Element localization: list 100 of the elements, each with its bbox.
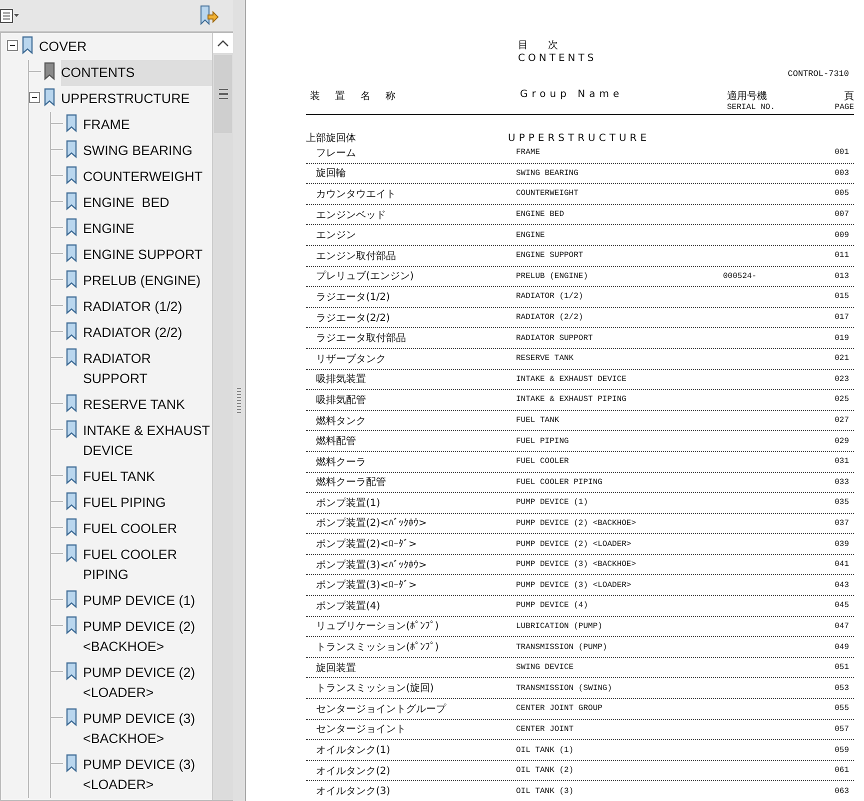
page-number: 001 xyxy=(834,148,850,158)
group-name: ENGINE BED xyxy=(516,210,566,220)
bookmark-item[interactable]: FRAME xyxy=(83,112,212,138)
part-name: カウンタウエイト xyxy=(315,188,397,201)
page-number: 031 xyxy=(834,457,850,466)
part-name: ポンプ装置(2)<ﾊﾞｯｸﾎｳ> xyxy=(315,516,428,530)
column-header: 適用号機 xyxy=(727,90,768,103)
group-name: ENGINE SUPPORT xyxy=(516,251,584,260)
column-header: Group Name xyxy=(520,89,624,100)
bookmark-item[interactable]: FUEL COOLER xyxy=(83,516,212,542)
part-name: 燃料配管 xyxy=(315,434,357,448)
bookmark-item[interactable]: RADIATOR SUPPORT xyxy=(83,346,212,392)
bookmark-item[interactable]: CONTENTS xyxy=(61,60,212,86)
part-name: リュブリケーション(ﾎﾟﾝﾌﾟ) xyxy=(315,620,440,634)
part-name: エンジン取付部品 xyxy=(315,250,397,263)
group-name: OIL TANK (3) xyxy=(516,786,575,796)
bookmark-item[interactable]: ENGINE xyxy=(83,216,212,242)
options-menu-button[interactable] xyxy=(0,8,20,22)
page-number: 047 xyxy=(834,622,850,631)
control-number: CONTROL-7310 xyxy=(788,69,849,79)
page-number: 051 xyxy=(834,663,850,672)
page-number: 027 xyxy=(834,416,850,426)
bookmark-item[interactable]: RADIATOR (2/2) xyxy=(83,320,212,346)
group-name: TRANSMISSION (SWING) xyxy=(516,684,614,693)
part-name: トランスミッション(旋回) xyxy=(315,682,435,696)
group-name: ENGINE xyxy=(516,230,546,240)
part-name: 燃料タンク xyxy=(315,414,367,428)
bookmark-item[interactable]: UPPERSTRUCTURE xyxy=(61,86,212,112)
bookmark-item[interactable]: FUEL PIPING xyxy=(83,490,212,516)
page-number: 015 xyxy=(834,292,850,302)
bookmark-item[interactable]: COUNTERWEIGHT xyxy=(83,164,212,190)
bookmark-arrow-icon[interactable] xyxy=(199,4,219,26)
scroll-up-button[interactable] xyxy=(213,33,233,53)
part-name: 吸排気配管 xyxy=(315,394,367,407)
group-name: FUEL COOLER PIPING xyxy=(516,478,604,487)
bookmark-item[interactable]: SWING BEARING xyxy=(83,138,212,164)
group-name: CENTER JOINT GROUP xyxy=(516,704,604,714)
bookmark-item[interactable]: COVER xyxy=(39,34,212,60)
document-title: CONTENTS xyxy=(518,53,597,64)
group-name: FRAME xyxy=(516,148,542,158)
group-name: LUBRICATION (PUMP) xyxy=(516,622,604,631)
column-header: 装 置 名 称 xyxy=(309,90,403,103)
group-name: PRELUB (ENGINE) xyxy=(516,272,590,281)
bookmark-item[interactable]: FUEL TANK xyxy=(83,464,212,490)
scrollbar[interactable] xyxy=(212,33,233,800)
bookmark-item[interactable]: PUMP DEVICE (2) <BACKHOE> xyxy=(83,614,212,660)
bookmark-item[interactable]: PUMP DEVICE (3) <LOADER> xyxy=(83,752,212,798)
section-heading: 上部旋回体 xyxy=(306,132,357,145)
page-number: 033 xyxy=(834,478,850,487)
column-header: 頁 xyxy=(844,90,854,103)
page-number: 019 xyxy=(834,334,850,343)
page-number: 005 xyxy=(834,189,850,198)
page-number: 049 xyxy=(834,642,850,652)
part-name: センタージョイントグループ xyxy=(315,702,448,716)
column-header: PAGE xyxy=(834,103,854,112)
page-number: 061 xyxy=(834,766,850,776)
bookmark-item[interactable]: PUMP DEVICE (3) <BACKHOE> xyxy=(83,706,212,752)
page-number: 041 xyxy=(834,560,850,570)
part-name: リザーブタンク xyxy=(315,352,387,366)
page-number: 025 xyxy=(834,395,850,404)
group-name: OIL TANK (2) xyxy=(516,766,575,776)
group-name: PUMP DEVICE (3) <BACKHOE> xyxy=(516,560,638,570)
collapse-toggle[interactable] xyxy=(29,92,40,103)
group-name: CENTER JOINT xyxy=(516,724,575,734)
collapse-toggle[interactable] xyxy=(7,40,18,51)
part-name: センタージョイント xyxy=(315,723,407,736)
chevron-up-icon xyxy=(217,39,229,47)
part-name: オイルタンク(3) xyxy=(315,785,392,798)
serial-number: 000524- xyxy=(723,272,757,281)
bookmark-item[interactable]: PUMP DEVICE (1) xyxy=(83,588,212,614)
bookmark-item[interactable]: RADIATOR (1/2) xyxy=(83,294,212,320)
page-number: 013 xyxy=(834,272,850,281)
page-number: 063 xyxy=(834,786,850,796)
bookmark-item[interactable]: PUMP DEVICE (2) <LOADER> xyxy=(83,660,212,706)
part-name: プレリュブ(エンジン) xyxy=(315,270,415,284)
bookmark-item[interactable]: ENGINE SUPPORT xyxy=(83,242,212,268)
part-name: エンジンベッド xyxy=(315,208,387,222)
page-number: 055 xyxy=(834,704,850,714)
part-name: ポンプ装置(1) xyxy=(315,496,382,510)
part-name: ポンプ装置(2)<ﾛｰﾀﾞ> xyxy=(315,538,418,552)
part-name: エンジン xyxy=(315,229,357,242)
part-name: オイルタンク(1) xyxy=(315,744,392,758)
page-number: 053 xyxy=(834,684,850,693)
group-name: FUEL PIPING xyxy=(516,436,570,446)
part-name: ポンプ装置(3)<ﾛｰﾀﾞ> xyxy=(315,578,418,592)
bookmark-item[interactable]: INTAKE & EXHAUST DEVICE xyxy=(83,418,212,464)
bookmark-item[interactable]: PRELUB (ENGINE) xyxy=(83,268,212,294)
page-number: 037 xyxy=(834,518,850,528)
page-number: 035 xyxy=(834,498,850,508)
bookmark-item[interactable]: ENGINE BED xyxy=(83,190,212,216)
bookmark-item[interactable]: FUEL COOLER PIPING xyxy=(83,542,212,588)
section-heading: UPPERSTRUCTURE xyxy=(508,132,652,144)
page-number: 043 xyxy=(834,580,850,590)
group-name: SWING DEVICE xyxy=(516,663,575,672)
bookmark-item[interactable]: RESERVE TANK xyxy=(83,392,212,418)
group-name: INTAKE & EXHAUST DEVICE xyxy=(516,374,628,384)
scroll-thumb[interactable] xyxy=(214,55,232,133)
group-name: PUMP DEVICE (2) <LOADER> xyxy=(516,540,632,549)
group-name: FUEL TANK xyxy=(516,416,560,426)
page-number: 003 xyxy=(834,168,850,178)
